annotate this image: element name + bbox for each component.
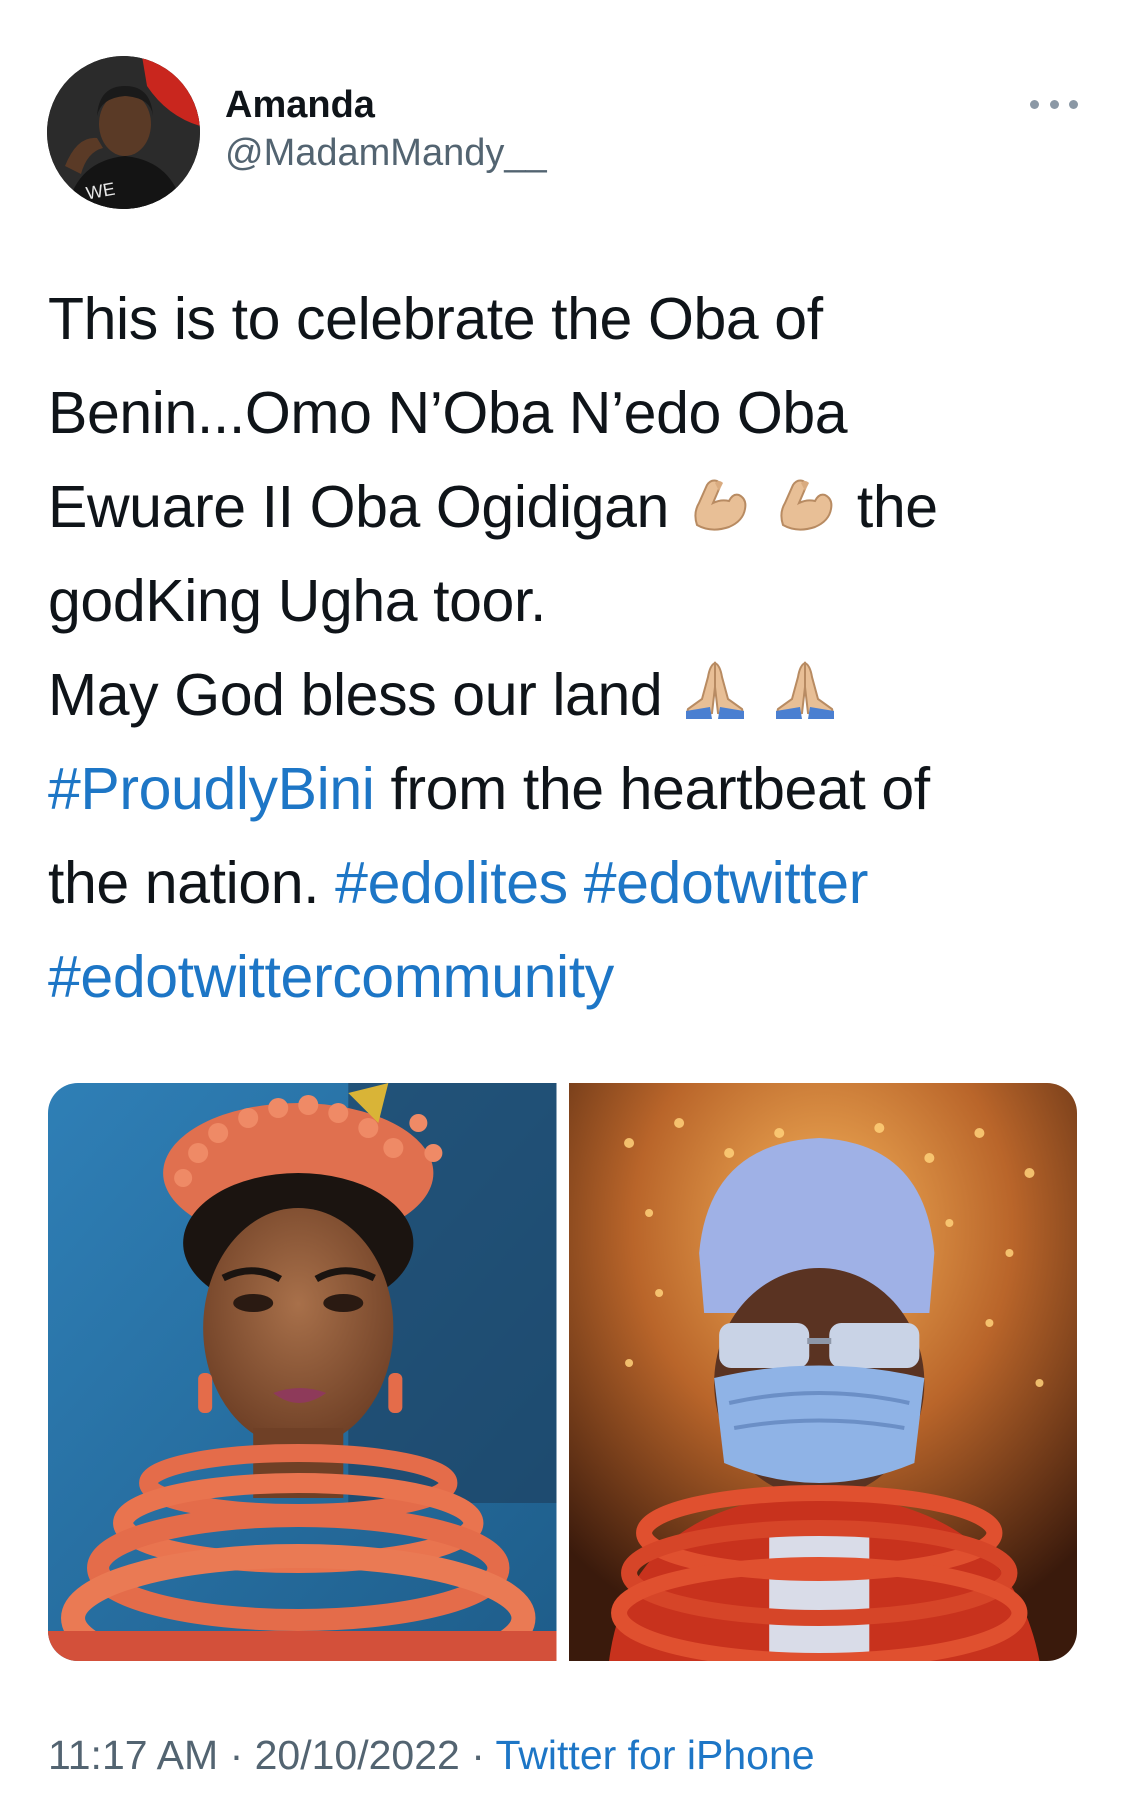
profile-photo-icon: WE (47, 56, 200, 209)
tweet-line: #ProudlyBini from the heartbeat of (48, 742, 1088, 836)
tweet-header: WE Amanda @MadamMandy__ (47, 56, 1078, 216)
separator: · (459, 1732, 496, 1778)
tweet-line: godKing Ugha toor. (48, 554, 1088, 648)
tweet-meta: 11:17 AM · 20/10/2022 · Twitter for iPho… (48, 1730, 815, 1780)
hashtag-link[interactable]: #edotwitter (584, 850, 869, 916)
tweet-line: Benin...Omo N’Oba N’edo Oba (48, 366, 1088, 460)
hashtag-link[interactable]: #edolites (335, 850, 568, 916)
dot (1030, 99, 1039, 109)
tweet-text: This is to celebrate the Oba of Benin...… (48, 272, 1088, 1024)
tweet-source-link[interactable]: Twitter for iPhone (496, 1732, 815, 1778)
tweet-line: This is to celebrate the Oba of (48, 272, 1088, 366)
folded-hands-icon (682, 656, 748, 750)
tweet-line: the nation. #edolites #edotwitter (48, 836, 1088, 930)
author-handle[interactable]: @MadamMandy__ (225, 130, 547, 176)
tweet-line: May God bless our land (48, 648, 1088, 742)
dot (1069, 99, 1078, 109)
tweet-time[interactable]: 11:17 AM (48, 1732, 218, 1778)
tweet-line: Ewuare II Oba Ogidigan the (48, 460, 1088, 554)
text-segment: the nation. (48, 850, 336, 916)
text-segment: This is to celebrate the Oba of (48, 286, 823, 352)
text-segment: Ewuare II Oba Ogidigan (48, 474, 669, 540)
photo-woman-coral-beads[interactable] (48, 1083, 557, 1661)
dot (1049, 99, 1059, 109)
text-segment: godKing Ugha toor. (48, 568, 546, 634)
photo-oba-chandelier[interactable] (568, 1083, 1077, 1661)
author-names: Amanda @MadamMandy__ (225, 82, 547, 176)
text-segment: May God bless our land (48, 662, 663, 728)
hashtag-link[interactable]: #ProudlyBini (48, 756, 375, 822)
flexed-biceps-icon (775, 468, 837, 562)
text-segment: the (856, 474, 938, 540)
author-display-name[interactable]: Amanda (225, 82, 547, 128)
tweet-date[interactable]: 20/10/2022 (255, 1732, 460, 1778)
avatar[interactable]: WE (47, 56, 200, 209)
text-segment: from the heartbeat of (374, 756, 930, 822)
more-dots-icon[interactable] (1030, 94, 1078, 114)
tweet-line: #edotwittercommunity (48, 930, 1088, 1024)
flexed-biceps-icon (689, 468, 751, 562)
hashtag-link[interactable]: #edotwittercommunity (48, 944, 614, 1010)
tweet-media (48, 1083, 1077, 1661)
folded-hands-icon (772, 656, 838, 750)
text-segment: Benin...Omo N’Oba N’edo Oba (48, 380, 848, 446)
separator: · (218, 1732, 255, 1778)
